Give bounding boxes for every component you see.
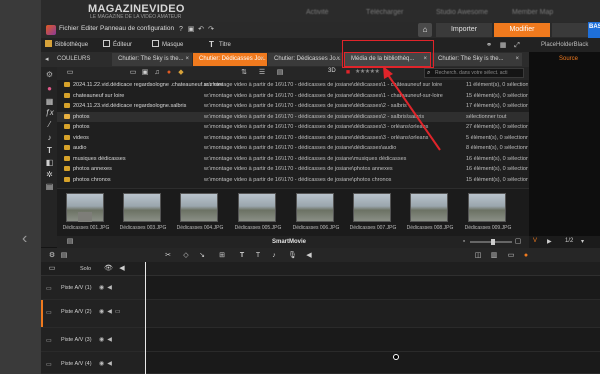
speaker-icon[interactable]: ◀ <box>118 265 126 273</box>
solo-label[interactable]: Solo <box>80 266 91 272</box>
lock-icon[interactable]: ▭ <box>46 361 52 368</box>
screenshot: ‹ MAGAZINEVIDEO LE MAGAZINE DE LA VIDÉO … <box>0 0 600 374</box>
track-name: Piste A/V (4) <box>61 361 92 367</box>
delete-icon[interactable]: ▥ <box>490 252 498 260</box>
lock-icon[interactable]: ▭ <box>46 285 52 292</box>
mouse-cursor <box>393 354 399 360</box>
mic-icon[interactable]: 🎙 <box>288 252 297 260</box>
lock-icon[interactable]: ▭ <box>46 309 52 316</box>
eye-icon[interactable]: 👁 <box>104 265 113 273</box>
cut-icon[interactable]: ✂ <box>164 252 172 260</box>
fit-icon[interactable]: ▭ <box>507 252 515 260</box>
track-header <box>41 328 146 351</box>
snap-icon[interactable]: ↘ <box>198 252 206 260</box>
tool-icon[interactable]: ▤ <box>60 252 68 260</box>
marker-icon[interactable]: ◇ <box>182 252 190 260</box>
timeline-track[interactable]: ▭ Piste A/V (1) ◉◀ <box>41 276 600 300</box>
track-controls[interactable]: ◉◀ <box>99 336 115 343</box>
track-name: Piste A/V (3) <box>61 337 92 343</box>
track-header <box>41 300 146 327</box>
track-name: Piste A/V (1) <box>61 285 92 291</box>
track-header <box>41 352 146 373</box>
track-controls[interactable]: ◉◀▭ <box>99 308 124 315</box>
split-icon[interactable]: ⊞ <box>218 252 226 260</box>
timeline-track-selected[interactable]: ▭ Piste A/V (2) ◉◀▭ <box>41 300 600 328</box>
playhead[interactable] <box>145 262 146 374</box>
lock-icon[interactable]: ▭ <box>48 265 56 273</box>
track-name: Piste A/V (2) <box>61 309 92 315</box>
volume-icon[interactable]: ◀ <box>305 252 313 260</box>
track-controls[interactable]: ◉◀ <box>99 360 115 367</box>
audio-icon[interactable]: ♪ <box>270 252 278 260</box>
record-icon[interactable]: ● <box>522 252 530 260</box>
title-icon[interactable]: T <box>238 252 246 260</box>
timeline-track[interactable]: ▭ Piste A/V (3) ◉◀ <box>41 328 600 352</box>
text-icon[interactable]: T <box>254 252 262 260</box>
track-controls[interactable]: ◉◀ <box>99 284 115 291</box>
scroll-icon[interactable]: ◫ <box>474 252 482 260</box>
gear-icon[interactable]: ⚙ <box>48 252 56 260</box>
track-header <box>41 276 146 299</box>
lock-icon[interactable]: ▭ <box>46 337 52 344</box>
timeline-toolbar <box>41 248 600 262</box>
timeline-track[interactable]: ▭ Piste A/V (4) ◉◀ <box>41 352 600 374</box>
